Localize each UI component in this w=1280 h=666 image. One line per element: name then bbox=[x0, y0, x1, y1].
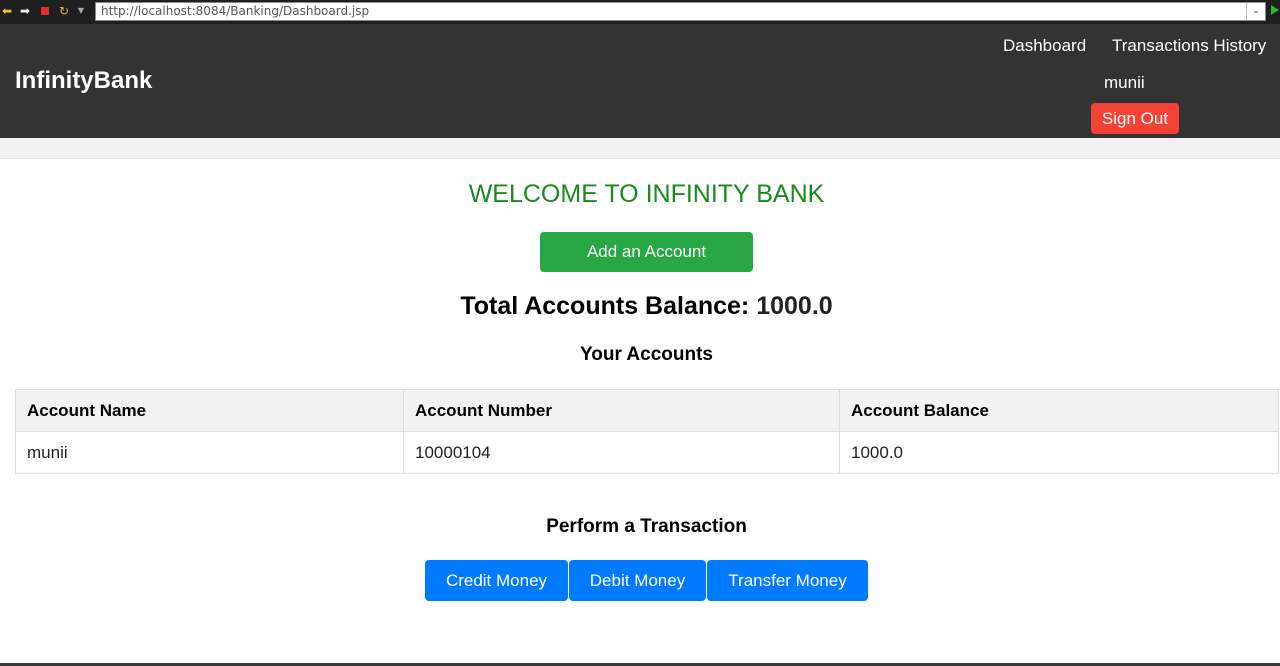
forward-arrow-icon[interactable]: ➡ bbox=[18, 4, 32, 18]
go-icon[interactable] bbox=[1271, 5, 1279, 15]
stop-icon[interactable] bbox=[38, 4, 52, 18]
column-header-account-name: Account Name bbox=[15, 389, 404, 432]
app-header: InfinityBank Dashboard Transactions Hist… bbox=[0, 24, 1280, 138]
column-header-account-balance: Account Balance bbox=[839, 389, 1279, 432]
nav-dashboard-link[interactable]: Dashboard bbox=[1003, 36, 1086, 56]
refresh-icon[interactable]: ↻ bbox=[57, 4, 71, 18]
back-arrow-icon[interactable]: ⬅ bbox=[0, 4, 14, 18]
accounts-section-title: Your Accounts bbox=[579, 344, 713, 365]
header-divider bbox=[0, 138, 1280, 159]
total-balance-value: 1000.0 bbox=[756, 292, 833, 320]
transaction-section-title: Perform a Transaction bbox=[546, 516, 747, 537]
nav-transactions-history-link[interactable]: Transactions History bbox=[1112, 36, 1266, 56]
address-dropdown-icon[interactable]: ⌄ bbox=[1246, 3, 1265, 20]
account-balance-cell: 1000.0 bbox=[839, 431, 1279, 474]
add-account-button[interactable]: Add an Account bbox=[540, 232, 753, 272]
username-label: munii bbox=[1104, 73, 1145, 92]
welcome-heading: WELCOME TO INFINITY BANK bbox=[468, 180, 825, 208]
dropdown-icon[interactable]: ▼ bbox=[74, 4, 88, 18]
transfer-money-button[interactable]: Transfer Money bbox=[707, 560, 868, 601]
credit-money-button[interactable]: Credit Money bbox=[425, 560, 568, 601]
browser-toolbar: ⬅ ➡ ↻ ▼ http://localhost:8084/Banking/Da… bbox=[0, 0, 1280, 24]
debit-money-button[interactable]: Debit Money bbox=[569, 560, 706, 601]
accounts-table: Account Name Account Number Account Bala… bbox=[15, 389, 1279, 474]
table-row: munii 10000104 1000.0 bbox=[15, 431, 1279, 474]
total-balance-label: Total Accounts Balance: bbox=[460, 292, 750, 320]
total-balance: Total Accounts Balance: 1000.0 bbox=[0, 292, 1280, 321]
account-name-cell: munii bbox=[15, 431, 404, 474]
account-number-cell: 10000104 bbox=[403, 431, 840, 474]
address-bar[interactable]: http://localhost:8084/Banking/Dashboard.… bbox=[95, 2, 1266, 21]
column-header-account-number: Account Number bbox=[403, 389, 840, 432]
table-header-row: Account Name Account Number Account Bala… bbox=[15, 389, 1279, 432]
brand-logo: InfinityBank bbox=[15, 67, 153, 94]
sign-out-button[interactable]: Sign Out bbox=[1091, 103, 1179, 134]
address-bar-url[interactable]: http://localhost:8084/Banking/Dashboard.… bbox=[101, 4, 369, 18]
